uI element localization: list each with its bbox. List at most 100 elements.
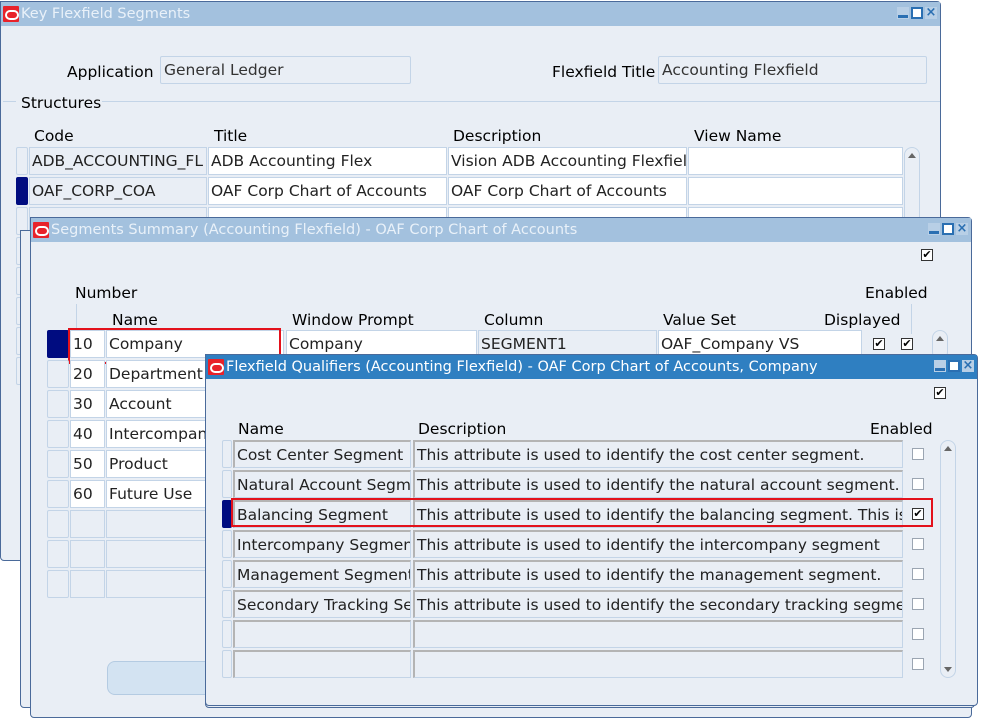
qualifier-name-cell[interactable] — [233, 650, 411, 678]
row-selector[interactable] — [47, 390, 69, 418]
structure-view-name-cell[interactable] — [688, 147, 903, 175]
minimize-icon[interactable] — [934, 360, 946, 372]
qualifiers-titlebar[interactable]: Flexfield Qualifiers (Accounting Flexfie… — [206, 355, 977, 379]
enabled-checkbox[interactable]: ✔ — [901, 338, 913, 350]
qualifier-description-cell[interactable]: This attribute is used to identify the i… — [413, 530, 903, 558]
header-checkbox[interactable]: ✔ — [934, 387, 946, 399]
qualifier-enabled-checkbox[interactable] — [912, 658, 924, 670]
flexfield-title-field[interactable]: Accounting Flexfield — [658, 56, 927, 84]
close-icon[interactable]: × — [962, 359, 974, 372]
header-checkbox[interactable]: ✔ — [921, 249, 933, 261]
qualifier-enabled-checkbox[interactable] — [912, 478, 924, 490]
displayed-checkbox[interactable]: ✔ — [873, 338, 885, 350]
qualifier-description-cell[interactable]: This attribute is used to identify the m… — [413, 560, 903, 588]
row-selector[interactable] — [222, 530, 232, 558]
segment-number-cell[interactable]: 50 — [70, 450, 105, 478]
structure-description-cell[interactable]: Vision ADB Accounting Flexfield — [448, 147, 687, 175]
structure-description-cell[interactable]: OAF Corp Chart of Accounts — [448, 177, 687, 205]
oracle-icon — [208, 359, 224, 375]
qualifier-description-cell[interactable]: This attribute is used to identify the n… — [413, 470, 903, 498]
minimize-icon[interactable] — [897, 7, 909, 19]
row-selector[interactable] — [47, 450, 69, 478]
qualifier-enabled-checkbox[interactable] — [912, 568, 924, 580]
segment-number-cell[interactable]: 20 — [70, 360, 105, 388]
structure-code-cell[interactable]: OAF_CORP_COA — [29, 177, 207, 205]
qualifier-description-cell[interactable]: This attribute is used to identify the s… — [413, 590, 903, 618]
qualifier-description-cell[interactable]: This attribute is used to identify the c… — [413, 440, 903, 468]
close-icon[interactable]: × — [956, 222, 968, 235]
segment-number-cell[interactable]: 30 — [70, 390, 105, 418]
row-selector[interactable] — [222, 470, 232, 498]
qualifier-name-cell[interactable] — [233, 620, 411, 648]
structures-scrollbar[interactable] — [904, 147, 920, 227]
col-header-enabled: Enabled — [870, 420, 933, 438]
col-header-number: Number — [75, 284, 138, 302]
qualifier-name-cell[interactable]: Intercompany Segment — [233, 530, 411, 558]
qualifier-name-cell[interactable]: Secondary Tracking Segment — [233, 590, 411, 618]
row-selector[interactable] — [222, 650, 232, 678]
oracle-icon — [3, 6, 19, 22]
highlight-box — [231, 498, 933, 527]
structures-divider — [3, 101, 16, 102]
close-icon[interactable]: × — [925, 6, 937, 19]
segment-number-cell[interactable]: 60 — [70, 480, 105, 508]
col-header-name: Name — [112, 311, 158, 329]
minimize-icon[interactable] — [928, 223, 940, 235]
structures-divider — [102, 101, 940, 102]
qualifier-enabled-checkbox[interactable] — [912, 538, 924, 550]
maximize-icon[interactable] — [942, 223, 954, 235]
row-selector[interactable] — [16, 147, 28, 175]
structure-code-cell[interactable]: ADB_ACCOUNTING_FL — [29, 147, 207, 175]
row-selector[interactable] — [222, 620, 232, 648]
maximize-icon[interactable] — [911, 7, 923, 19]
maximize-icon[interactable] — [948, 360, 960, 372]
structures-label: Structures — [21, 94, 102, 112]
col-header-name: Name — [238, 420, 284, 438]
qualifier-enabled-checkbox[interactable] — [912, 628, 924, 640]
row-selector-current[interactable] — [47, 330, 69, 358]
application-field[interactable]: General Ledger — [160, 56, 411, 84]
row-selector[interactable] — [222, 590, 232, 618]
col-header-value-set: Value Set — [663, 311, 736, 329]
kff-titlebar[interactable]: Key Flexfield Segments × — [1, 2, 940, 26]
col-header-enabled: Enabled — [865, 284, 928, 302]
structure-view-name-cell[interactable] — [688, 177, 903, 205]
scroll-up-icon[interactable] — [936, 336, 944, 341]
row-selector-current[interactable] — [16, 177, 28, 205]
qualifier-enabled-checkbox[interactable] — [912, 598, 924, 610]
row-selector[interactable] — [47, 570, 69, 598]
structure-title-cell[interactable]: ADB Accounting Flex — [208, 147, 447, 175]
qualifier-description-cell[interactable] — [413, 620, 903, 648]
scroll-down-icon[interactable] — [944, 667, 952, 672]
segment-number-cell[interactable] — [70, 570, 105, 598]
segment-number-cell[interactable] — [70, 510, 105, 538]
col-header-description: Description — [453, 127, 542, 145]
col-header-description: Description — [418, 420, 507, 438]
col-header-view-name: View Name — [694, 127, 782, 145]
qualifier-name-cell[interactable]: Cost Center Segment — [233, 440, 411, 468]
header-connector — [911, 304, 912, 334]
qualifiers-scrollbar[interactable] — [940, 440, 956, 678]
qualifier-description-cell[interactable] — [413, 650, 903, 678]
qualifiers-title: Flexfield Qualifiers (Accounting Flexfie… — [226, 359, 818, 375]
segment-number-cell[interactable] — [70, 540, 105, 568]
row-selector[interactable] — [47, 360, 69, 388]
segments-titlebar[interactable]: Segments Summary (Accounting Flexfield) … — [31, 218, 971, 242]
row-selector[interactable] — [47, 480, 69, 508]
row-selector[interactable] — [47, 540, 69, 568]
flexfield-title-label: Flexfield Title — [552, 63, 656, 81]
col-header-title: Title — [214, 127, 248, 145]
scroll-up-icon[interactable] — [944, 446, 952, 451]
qualifier-name-cell[interactable]: Management Segment — [233, 560, 411, 588]
row-selector[interactable] — [222, 560, 232, 588]
col-header-code: Code — [34, 127, 74, 145]
scroll-up-icon[interactable] — [908, 153, 916, 158]
qualifier-name-cell[interactable]: Natural Account Segment — [233, 470, 411, 498]
row-selector[interactable] — [47, 420, 69, 448]
structure-title-cell[interactable]: OAF Corp Chart of Accounts — [208, 177, 447, 205]
qualifier-enabled-checkbox[interactable] — [912, 448, 924, 460]
row-selector[interactable] — [222, 440, 232, 468]
row-selector[interactable] — [47, 510, 69, 538]
segment-number-cell[interactable]: 40 — [70, 420, 105, 448]
col-header-column: Column — [484, 311, 544, 329]
